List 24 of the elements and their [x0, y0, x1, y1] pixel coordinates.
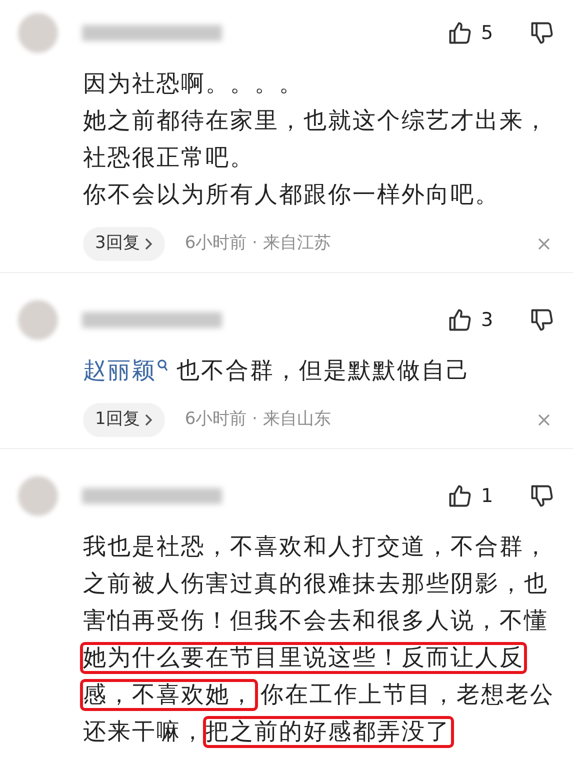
- comment-meta: 6小时前 · 来自山东: [184, 408, 332, 432]
- search-icon: [156, 359, 168, 372]
- thumbs-down-icon[interactable]: [529, 483, 555, 509]
- thumbs-up-icon[interactable]: [447, 483, 473, 509]
- comment-text: 赵丽颖 也不合群，但是默默做自己: [83, 357, 472, 386]
- like-count: 1: [481, 484, 494, 509]
- comment-text: 我也是社恐，不喜欢和人打交道，不合群，之前被人伤害过真的很难抹去那些阴影，也害怕再受伤！但我不会去和很多人说，不懂 她为什么要在节目里说这些！反而让人反感，不喜欢她， 你在工作上节目，老想老公还来干嘛，把之前的好感都弄没了: [83, 529, 561, 751]
- thumbs-down-icon[interactable]: [529, 20, 555, 46]
- chevron-right-icon: [144, 413, 153, 427]
- close-icon[interactable]: [537, 237, 551, 251]
- replies-button[interactable]: 1回复: [83, 403, 165, 437]
- chevron-right-icon: [144, 237, 153, 251]
- thumbs-down-icon[interactable]: [529, 307, 555, 333]
- like-count: 5: [481, 20, 494, 46]
- thumbs-up-icon[interactable]: [447, 20, 473, 46]
- comment-text: 因为社恐啊。。。。: [83, 70, 304, 99]
- comment-meta: 6小时前 · 来自江苏: [184, 232, 332, 256]
- replies-button[interactable]: 3回复: [83, 227, 165, 261]
- comment-text: 她之前都待在家里，也就这个综艺才出来，社恐很正常吧。: [83, 107, 550, 173]
- like-count: 3: [481, 308, 494, 333]
- comment-text: 你不会以为所有人都跟你一样外向吧。: [83, 181, 500, 210]
- close-icon[interactable]: [537, 413, 551, 427]
- thumbs-up-icon[interactable]: [447, 307, 473, 333]
- mention-link[interactable]: 赵丽颖: [83, 358, 156, 384]
